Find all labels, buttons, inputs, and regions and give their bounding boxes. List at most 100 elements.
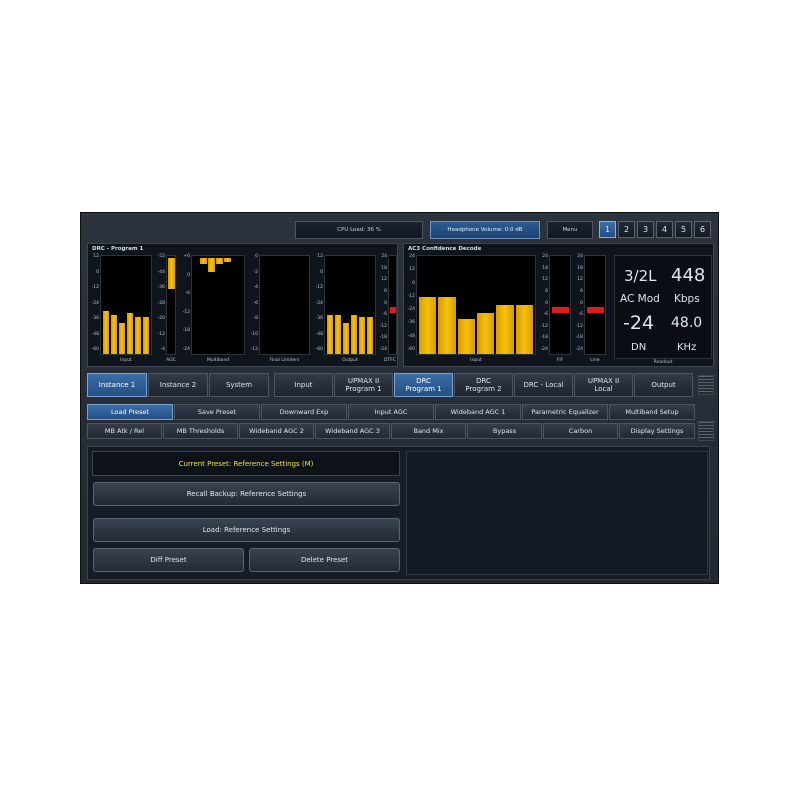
scale-tick: 12 <box>317 254 323 259</box>
instance-2-label: Instance 2 <box>159 380 197 389</box>
scale-tick: 12 <box>381 277 387 283</box>
level-bar <box>367 316 373 354</box>
tab-mb-thresholds[interactable]: MB Thresholds <box>163 423 238 439</box>
preset-number-6-button[interactable]: 6 <box>694 221 711 238</box>
fir-peak-indicator <box>552 306 569 313</box>
level-bar <box>103 310 109 354</box>
level-bar <box>438 297 456 354</box>
drc-input-label: Input <box>120 358 132 363</box>
signal-path-output-button[interactable]: Output <box>634 373 693 397</box>
tab-wideband-agc-2[interactable]: Wideband AGC 2 <box>239 423 314 439</box>
scale-tick: -4 <box>253 285 259 290</box>
tab-downward-exp[interactable]: Downward Exp <box>261 404 347 420</box>
system-button[interactable]: System <box>209 373 269 397</box>
scale-tick: 0 <box>255 254 258 259</box>
tab-label: MB Atk / Rel <box>104 427 145 435</box>
ac3-input-scale: 24 12 0 -12 -24 -36 -48 -60 <box>406 254 415 353</box>
ac3-input-meter <box>416 255 536 355</box>
scale-tick: 6 <box>545 288 548 294</box>
headphone-volume-text: Headphone Volume: 0.0 dB <box>447 227 523 233</box>
tab-display-settings[interactable]: Display Settings <box>619 423 695 439</box>
load-preset-label: Load: Reference Settings <box>202 526 291 534</box>
signal-path-drc-program2-button[interactable]: DRC Program 2 <box>454 373 513 397</box>
tab-wideband-agc-3[interactable]: Wideband AGC 3 <box>315 423 390 439</box>
scale-tick: -28 <box>157 300 165 306</box>
signal-path-drc-program1-button[interactable]: DRC Program 1 <box>394 373 453 397</box>
menu-button[interactable]: Menu <box>547 221 593 239</box>
signal-path-label: Output <box>651 380 676 389</box>
scale-tick: -36 <box>315 316 323 321</box>
tab-band-mix[interactable]: Band Mix <box>391 423 466 439</box>
tab-bypass[interactable]: Bypass <box>467 423 542 439</box>
preset-number-1-button[interactable]: 1 <box>599 221 616 238</box>
readout-label: Readout <box>653 360 673 365</box>
delete-preset-button[interactable]: Delete Preset <box>249 548 400 572</box>
dtfc-scale: 24 18 12 6 0 -6 -12 -18 -24 <box>378 254 387 353</box>
tab-load-preset[interactable]: Load Preset <box>87 404 173 420</box>
scale-tick: 18 <box>381 265 387 271</box>
current-preset-text: Current Preset: Reference Settings (M) <box>178 459 314 468</box>
processor-window: CPU Load: 36 % Headphone Volume: 0.0 dB … <box>80 212 719 584</box>
scale-tick: 24 <box>381 254 387 259</box>
signal-path-sublabel: Program 1 <box>345 385 382 393</box>
scale-tick: -36 <box>407 320 415 326</box>
signal-path-input-button[interactable]: Input <box>274 373 333 397</box>
signal-path-drc-local-button[interactable]: DRC - Local <box>514 373 573 397</box>
ac3-input-label: Input <box>470 358 482 363</box>
signal-path-sublabel: Program 2 <box>465 385 502 393</box>
scale-tick: -6 <box>543 312 549 318</box>
preset-number-2-button[interactable]: 2 <box>618 221 635 238</box>
fir-scale: 24 18 12 6 0 -6 -12 -18 -24 <box>539 254 549 353</box>
tab-wideband-agc-1[interactable]: Wideband AGC 1 <box>435 404 521 420</box>
scale-tick: -60 <box>407 347 415 352</box>
signal-path-label: UPMAX II <box>587 376 620 385</box>
tab-mb-atk-rel[interactable]: MB Atk / Rel <box>87 423 162 439</box>
dtfc-meter <box>388 255 397 355</box>
scale-tick: -12 <box>157 331 165 337</box>
diff-preset-button[interactable]: Diff Preset <box>93 548 244 572</box>
menu-label: Menu <box>562 227 578 233</box>
row-scroll-grip[interactable] <box>698 375 714 395</box>
level-bar <box>135 316 141 354</box>
tab-parametric-equalizer[interactable]: Parametric Equalizer <box>522 404 608 420</box>
recall-backup-button[interactable]: Recall Backup: Reference Settings <box>93 482 400 506</box>
preset-number-3-button[interactable]: 3 <box>637 221 654 238</box>
instance-1-button[interactable]: Instance 1 <box>87 373 147 397</box>
line-label: Line <box>590 358 600 363</box>
headphone-volume-button[interactable]: Headphone Volume: 0.0 dB <box>430 221 540 239</box>
tab-input-agc[interactable]: Input AGC <box>348 404 434 420</box>
scale-tick: -12 <box>250 347 258 352</box>
preset-number-5-button[interactable]: 5 <box>675 221 692 238</box>
scale-tick: 0 <box>580 300 583 306</box>
sample-rate-readout: 48.0 <box>671 315 703 331</box>
scale-tick: -24 <box>91 300 99 306</box>
tabs-scroll-grip[interactable] <box>698 421 714 441</box>
scale-tick: -6 <box>185 291 191 297</box>
tab-carbon[interactable]: Carbon <box>543 423 618 439</box>
gain-reduction-bar <box>200 258 207 264</box>
tab-save-preset[interactable]: Save Preset <box>174 404 260 420</box>
scale-tick: -24 <box>182 347 190 352</box>
preset-number-4-button[interactable]: 4 <box>656 221 673 238</box>
scale-tick: -48 <box>407 333 415 339</box>
signal-path-upmax-local-button[interactable]: UPMAX II Local <box>574 373 633 397</box>
drc-panel-title: DRC - Program 1 <box>92 246 144 252</box>
tab-multiband-setup[interactable]: Multiband Setup <box>609 404 695 420</box>
scale-tick: -2 <box>253 269 259 275</box>
tab-label: Wideband AGC 3 <box>325 427 380 435</box>
dn-label: DN <box>631 342 647 353</box>
cpu-load-text: CPU Load: 36 % <box>337 227 381 233</box>
dtfc-label: DTFC <box>384 358 396 363</box>
agc-bar <box>168 258 175 290</box>
scale-tick: -4 <box>160 347 166 352</box>
scale-tick: -10 <box>250 331 258 337</box>
dialnorm-readout: -24 <box>623 312 655 334</box>
load-preset-button[interactable]: Load: Reference Settings <box>93 518 400 542</box>
scale-tick: 24 <box>542 254 548 259</box>
scale-tick: 0 <box>412 280 415 286</box>
scale-tick: -18 <box>540 335 548 341</box>
signal-path-label: DRC <box>416 376 431 385</box>
instance-2-button[interactable]: Instance 2 <box>148 373 208 397</box>
signal-path-upmax-program1-button[interactable]: UPMAX II Program 1 <box>334 373 393 397</box>
dtfc-peak-indicator <box>390 306 396 313</box>
